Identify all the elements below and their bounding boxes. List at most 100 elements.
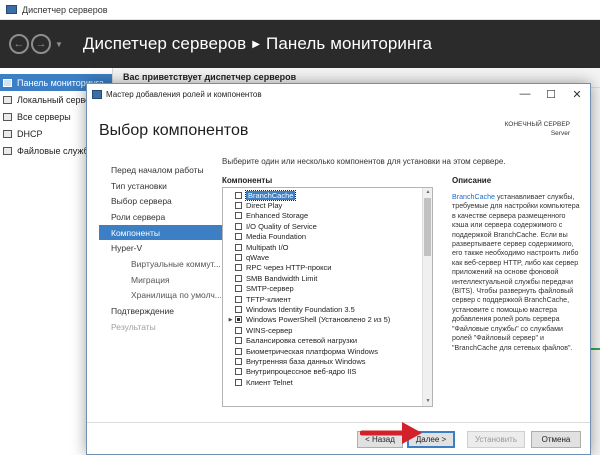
list-item[interactable]: ▶ Windows PowerShell (Установлено 2 из 5… — [223, 315, 432, 325]
wizard-titlebar: Мастер добавления ролей и компонентов — … — [87, 84, 590, 104]
forward-arrow-icon[interactable]: → — [31, 34, 51, 54]
component-label: Enhanced Storage — [246, 211, 309, 221]
server-icon — [3, 95, 12, 104]
step-features[interactable]: Компоненты — [99, 224, 224, 241]
components-tree[interactable]: BranchCache Direct Play Enhanced Storage… — [222, 187, 433, 407]
sidebar-item-label: Локальный сервер — [17, 94, 96, 105]
component-label: Direct Play — [246, 201, 283, 211]
server-manager-icon — [6, 5, 17, 14]
sidebar-item-label: Все серверы — [17, 111, 71, 122]
step-virtual-switches[interactable]: Виртуальные коммут... — [99, 256, 224, 272]
list-item[interactable]: qWave — [223, 252, 432, 262]
list-item[interactable]: Direct Play — [223, 200, 432, 210]
list-item[interactable]: Media Foundation — [223, 232, 432, 242]
step-server-selection[interactable]: Выбор сервера — [99, 193, 224, 209]
checkbox[interactable] — [235, 222, 242, 230]
list-item[interactable]: I/O Quality of Service — [223, 221, 432, 231]
list-item[interactable]: SMB Bandwidth Limit — [223, 273, 432, 283]
list-item[interactable]: Multipath I/O — [223, 242, 432, 252]
list-item[interactable]: Enhanced Storage — [223, 211, 432, 221]
window-title: Диспетчер серверов — [22, 4, 108, 15]
close-button[interactable]: ✕ — [564, 85, 590, 103]
checkbox[interactable] — [235, 243, 242, 251]
status-indicator — [590, 348, 600, 350]
component-label: RPC через HTTP-прокси — [246, 263, 332, 273]
checkbox[interactable] — [235, 285, 242, 293]
list-item[interactable]: RPC через HTTP-прокси — [223, 263, 432, 273]
chevron-down-icon[interactable]: ▼ — [55, 40, 63, 49]
servers-icon — [3, 112, 12, 121]
destination-server: КОНЕЧНЫЙ СЕРВЕР Server — [505, 120, 570, 138]
list-item[interactable]: Внутренняя база данных Windows — [223, 356, 432, 366]
breadcrumb-app: Диспетчер серверов — [82, 34, 247, 53]
list-item[interactable]: BranchCache — [223, 189, 432, 201]
checkbox[interactable] — [235, 337, 242, 345]
breadcrumb-separator-icon: ▶ — [252, 38, 261, 50]
dhcp-icon — [3, 129, 12, 138]
component-label: Media Foundation — [246, 232, 307, 242]
description-panel: BranchCache устанавливает службы, требуе… — [452, 193, 582, 353]
component-label: Биометрическая платформа Windows — [246, 346, 378, 356]
maximize-button[interactable]: ☐ — [538, 85, 564, 103]
list-item[interactable]: WINS-сервер — [223, 325, 432, 335]
install-button: Установить — [467, 431, 525, 448]
step-hyper-v[interactable]: Hyper-V — [99, 240, 224, 256]
destination-label: КОНЕЧНЫЙ СЕРВЕР — [504, 121, 570, 128]
checkbox[interactable] — [235, 378, 242, 386]
component-label: Multipath I/O — [246, 242, 289, 252]
component-label: SMTP-сервер — [246, 284, 294, 294]
description-link[interactable]: BranchCache — [452, 193, 495, 201]
description-text: устанавливает службы, требуемые для наст… — [452, 193, 580, 352]
components-scrollbar[interactable]: ▲ ▼ — [422, 188, 432, 406]
component-label: SMB Bandwidth Limit — [246, 273, 318, 283]
minimize-button[interactable]: — — [512, 85, 538, 103]
list-item[interactable]: SMTP-сервер — [223, 284, 432, 294]
scroll-down-icon[interactable]: ▼ — [423, 397, 432, 406]
checkbox[interactable] — [235, 368, 242, 376]
checkbox-partial[interactable] — [235, 316, 242, 324]
checkbox[interactable] — [235, 274, 242, 282]
list-item[interactable]: Клиент Telnet — [223, 377, 432, 387]
checkbox[interactable] — [235, 347, 242, 355]
component-label: I/O Quality of Service — [246, 221, 317, 231]
component-label: Внутренняя база данных Windows — [246, 356, 366, 366]
scrollbar-thumb[interactable] — [424, 198, 431, 256]
component-label: qWave — [246, 253, 270, 263]
component-label: WINS-сервер — [246, 325, 293, 335]
checkbox[interactable] — [235, 295, 242, 303]
checkbox[interactable] — [235, 191, 242, 199]
scroll-up-icon[interactable]: ▲ — [423, 188, 432, 197]
step-server-roles[interactable]: Роли сервера — [99, 209, 224, 225]
wizard-app-icon — [92, 89, 102, 99]
cancel-button[interactable]: Отмена — [531, 431, 581, 448]
checkbox[interactable] — [235, 326, 242, 334]
checkbox[interactable] — [235, 357, 242, 365]
annotation-arrow-icon — [360, 422, 422, 444]
sidebar-item-label: DHCP — [17, 128, 43, 139]
checkbox[interactable] — [235, 305, 242, 313]
component-label: Windows Identity Foundation 3.5 — [246, 304, 355, 314]
component-label: Балансировка сетевой нагрузки — [246, 336, 358, 346]
list-item[interactable]: Балансировка сетевой нагрузки — [223, 335, 432, 345]
step-installation-type[interactable]: Тип установки — [99, 178, 224, 194]
step-before-you-begin[interactable]: Перед началом работы — [99, 162, 224, 178]
wizard-footer: < Назад Далее > Установить Отмена — [87, 422, 590, 454]
component-label: TFTP-клиент — [246, 294, 291, 304]
expand-arrow-icon[interactable]: ▶ — [226, 317, 235, 323]
checkbox[interactable] — [235, 212, 242, 220]
list-item[interactable]: Windows Identity Foundation 3.5 — [223, 304, 432, 314]
checkbox[interactable] — [235, 254, 242, 262]
step-migration[interactable]: Миграция — [99, 272, 224, 288]
list-item[interactable]: Внутрипроцессное веб-ядро IIS — [223, 367, 432, 377]
component-label: Windows PowerShell (Установлено 2 из 5) — [246, 315, 391, 325]
step-confirmation[interactable]: Подтверждение — [99, 303, 224, 319]
checkbox[interactable] — [235, 264, 242, 272]
checkbox[interactable] — [235, 233, 242, 241]
step-default-stores[interactable]: Хранилища по умолч... — [99, 288, 224, 304]
list-item[interactable]: TFTP-клиент — [223, 294, 432, 304]
checkbox[interactable] — [235, 202, 242, 210]
sidebar-item-label: Файловые службы — [17, 145, 96, 156]
component-label: Внутрипроцессное веб-ядро IIS — [246, 367, 357, 377]
list-item[interactable]: Биометрическая платформа Windows — [223, 346, 432, 356]
back-arrow-icon[interactable]: ← — [9, 34, 29, 54]
